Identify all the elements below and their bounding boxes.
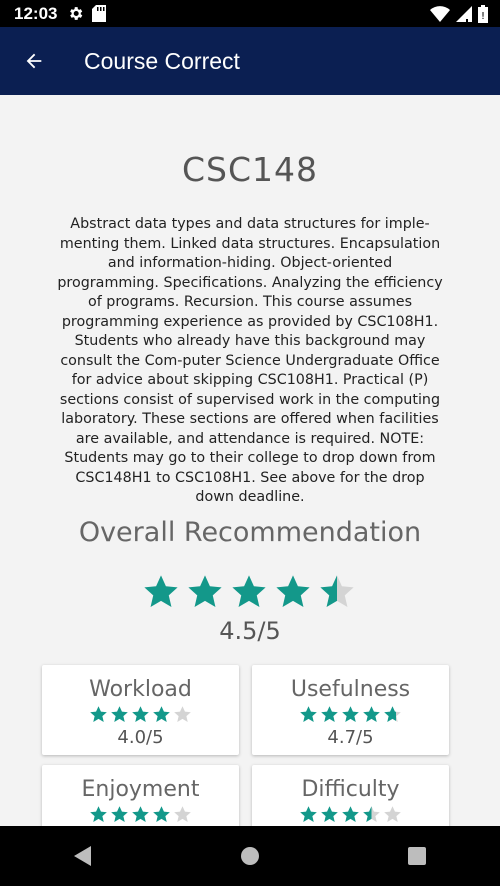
gear-icon	[70, 7, 83, 20]
nav-home-icon	[240, 847, 259, 865]
nav-recents-icon	[407, 847, 426, 865]
app-bar: Course Correct	[0, 27, 500, 95]
nav-recents-button[interactable]	[397, 836, 437, 876]
star-icon	[188, 575, 222, 608]
star-icon	[90, 806, 107, 823]
overall-score: 4.5/5	[219, 617, 281, 645]
back-button[interactable]	[20, 47, 48, 75]
metric-stars	[42, 805, 239, 824]
status-icons-right: !	[430, 4, 488, 23]
metric-title: Workload	[89, 677, 192, 702]
star-icon	[320, 575, 354, 608]
star-icon	[384, 706, 401, 723]
star-icon	[232, 575, 266, 608]
metric-title: Enjoyment	[81, 777, 200, 802]
battery-icon: !	[478, 4, 488, 23]
sd-card-icon	[92, 5, 107, 22]
svg-text:!: !	[481, 11, 485, 22]
status-icons-left	[67, 5, 107, 22]
status-time: 12:03	[14, 3, 58, 23]
arrow-back-icon	[26, 53, 42, 69]
star-icon	[174, 706, 191, 723]
course-description: Abstract data types and data structures …	[57, 216, 443, 505]
system-nav-bar	[0, 826, 500, 886]
metric-stars	[252, 805, 449, 824]
star-icon	[111, 706, 128, 723]
star-icon	[276, 575, 310, 608]
star-icon	[174, 806, 191, 823]
wifi-icon	[430, 5, 450, 22]
star-icon	[111, 806, 128, 823]
overall-rating-stars	[142, 573, 356, 611]
star-icon	[321, 706, 338, 723]
star-icon	[90, 706, 107, 723]
star-icon	[342, 706, 359, 723]
metric-card-enjoyment: Enjoyment	[42, 765, 239, 826]
star-icon	[363, 706, 380, 723]
course-detail-content[interactable]: CSC148 Abstract data types and data stru…	[0, 95, 500, 826]
star-icon	[144, 575, 178, 608]
metric-stars	[42, 705, 239, 724]
star-icon	[153, 806, 170, 823]
nav-home-button[interactable]	[230, 836, 270, 876]
metric-card-usefulness: Usefulness 4.7/5	[252, 665, 449, 755]
star-icon	[132, 706, 149, 723]
app-title: Course Correct	[84, 47, 240, 74]
metric-title: Difficulty	[301, 777, 400, 802]
star-icon	[363, 806, 380, 823]
metric-stars	[252, 705, 449, 724]
status-bar: 12:03 !	[0, 0, 500, 27]
star-icon	[153, 706, 170, 723]
star-icon	[300, 806, 317, 823]
star-icon	[384, 806, 401, 823]
metric-card-workload: Workload 4.0/5	[42, 665, 239, 755]
nav-back-icon	[74, 846, 92, 866]
star-icon	[342, 806, 359, 823]
course-code: CSC148	[181, 150, 319, 189]
overall-recommendation-heading: Overall Recommendation	[78, 517, 422, 548]
metric-card-difficulty: Difficulty	[252, 765, 449, 826]
metric-score: 4.0/5	[117, 727, 164, 748]
metric-title: Usefulness	[290, 677, 411, 702]
cell-signal-icon	[456, 5, 472, 22]
nav-back-button[interactable]	[63, 836, 103, 876]
star-icon	[321, 806, 338, 823]
metric-score: 4.7/5	[327, 727, 374, 748]
star-icon	[132, 806, 149, 823]
star-icon	[300, 706, 317, 723]
